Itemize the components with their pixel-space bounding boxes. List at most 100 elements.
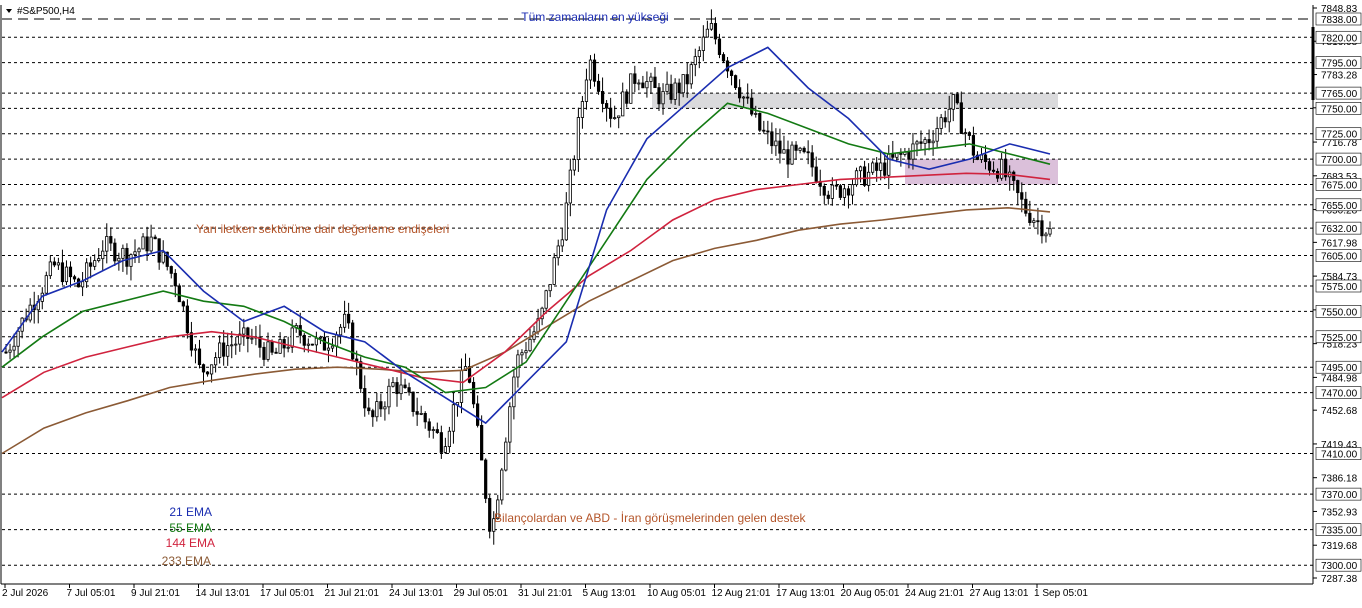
y-tick-label: 7352.93: [1321, 507, 1358, 518]
candle-body: [399, 384, 403, 395]
candle-body: [794, 144, 798, 151]
x-tick-label: 21 Jul 21:01: [325, 588, 380, 599]
chart-canvas[interactable]: Tüm zamanların en yükseği Yarı iletken s…: [0, 0, 1362, 603]
candle-body: [193, 348, 198, 351]
candle-body: [133, 251, 137, 256]
candle-body: [419, 413, 423, 415]
candle-body: [209, 364, 214, 375]
candle-body: [173, 272, 177, 287]
candle-body: [375, 401, 379, 418]
candle-body: [1032, 220, 1036, 223]
candle-body: [274, 351, 278, 354]
candle-body: [883, 162, 887, 176]
candle-body: [746, 96, 750, 99]
candle-body: [60, 262, 65, 283]
candle-body: [471, 381, 476, 405]
legend-ema55: 55 EMA: [169, 521, 212, 535]
candle-body: [838, 185, 842, 198]
candle-body: [955, 94, 959, 104]
candle-body: [850, 184, 855, 196]
level-price-label: 7300.00: [1321, 561, 1358, 572]
candle-body: [568, 169, 572, 204]
candle-body: [407, 387, 411, 393]
candle-body: [459, 370, 464, 403]
candle-body: [983, 154, 988, 163]
candle-body: [363, 388, 367, 409]
candle-body: [717, 38, 722, 55]
candle-body: [681, 74, 685, 94]
candle-body: [592, 59, 597, 82]
candle-body: [447, 430, 451, 448]
level-price-label: 7655.00: [1321, 201, 1358, 212]
candle-body: [774, 140, 778, 147]
candle-body: [117, 257, 121, 262]
candle-body: [214, 357, 218, 366]
candle-body: [858, 166, 863, 172]
candle-body: [528, 338, 532, 352]
x-tick-label: 12 Aug 21:01: [712, 588, 771, 599]
candle-body: [467, 366, 472, 383]
level-price-label: 7700.00: [1321, 155, 1358, 166]
candle-body: [927, 139, 931, 144]
level-price-label: 7675.00: [1321, 180, 1358, 191]
level-price-label: 7525.00: [1321, 333, 1358, 344]
candle-body: [68, 266, 73, 278]
candle-body: [189, 332, 194, 351]
level-price-label: 7795.00: [1321, 59, 1358, 70]
earnings-annotation: Bilançolardan ve ABD - İran görüşmelerin…: [494, 511, 807, 525]
candle-body: [641, 82, 645, 89]
candle-body: [556, 245, 560, 259]
candle-body: [500, 469, 504, 501]
candle-body: [504, 441, 508, 471]
candle-body: [423, 413, 427, 423]
candle-body: [145, 236, 149, 252]
candle-body: [1036, 220, 1040, 223]
candle-body: [879, 162, 883, 171]
candle-body: [101, 250, 105, 260]
candle-body: [935, 128, 939, 142]
candle-body: [322, 336, 327, 351]
candle-body: [633, 73, 637, 84]
candle-body: [230, 344, 234, 347]
price-chart[interactable]: Tüm zamanların en yükseği Yarı iletken s…: [0, 0, 1362, 603]
candle-body: [721, 54, 726, 62]
candle-body: [951, 94, 955, 110]
candle-body: [625, 91, 629, 104]
level-price-label: 7470.00: [1321, 389, 1358, 400]
candle-body: [197, 348, 202, 366]
candle-body: [572, 159, 576, 171]
candle-body: [548, 284, 552, 292]
candle-body: [609, 107, 613, 119]
candle-body: [169, 266, 173, 274]
legend-ema21: 21 EMA: [169, 505, 212, 519]
symbol-label: #S&P500,H4: [17, 6, 75, 17]
candle-body: [64, 266, 69, 283]
candle-body: [705, 28, 709, 38]
candle-body: [125, 247, 129, 267]
candle-body: [782, 149, 786, 154]
candle-body: [665, 83, 669, 92]
candle-body: [242, 327, 246, 335]
candle-body: [44, 275, 48, 294]
candle-body: [109, 236, 113, 244]
candle-body: [1040, 220, 1044, 237]
candle-body: [266, 341, 270, 360]
candle-body: [411, 391, 415, 412]
candle-body: [943, 117, 947, 123]
candle-body: [290, 327, 294, 348]
candle-body: [544, 290, 548, 309]
candle-body: [431, 429, 435, 431]
candle-body: [330, 345, 335, 349]
candle-body: [379, 401, 383, 410]
candle-body: [218, 342, 222, 358]
y-tick-label: 7617.98: [1321, 238, 1358, 249]
level-price-label: 7410.00: [1321, 450, 1358, 461]
candle-body: [512, 376, 516, 408]
candle-body: [931, 140, 935, 144]
candle-body: [600, 91, 605, 104]
candle-body: [435, 429, 439, 433]
candle-body: [338, 326, 343, 336]
candle-body: [770, 131, 774, 147]
candle-body: [923, 139, 927, 144]
candle-body: [234, 343, 238, 346]
